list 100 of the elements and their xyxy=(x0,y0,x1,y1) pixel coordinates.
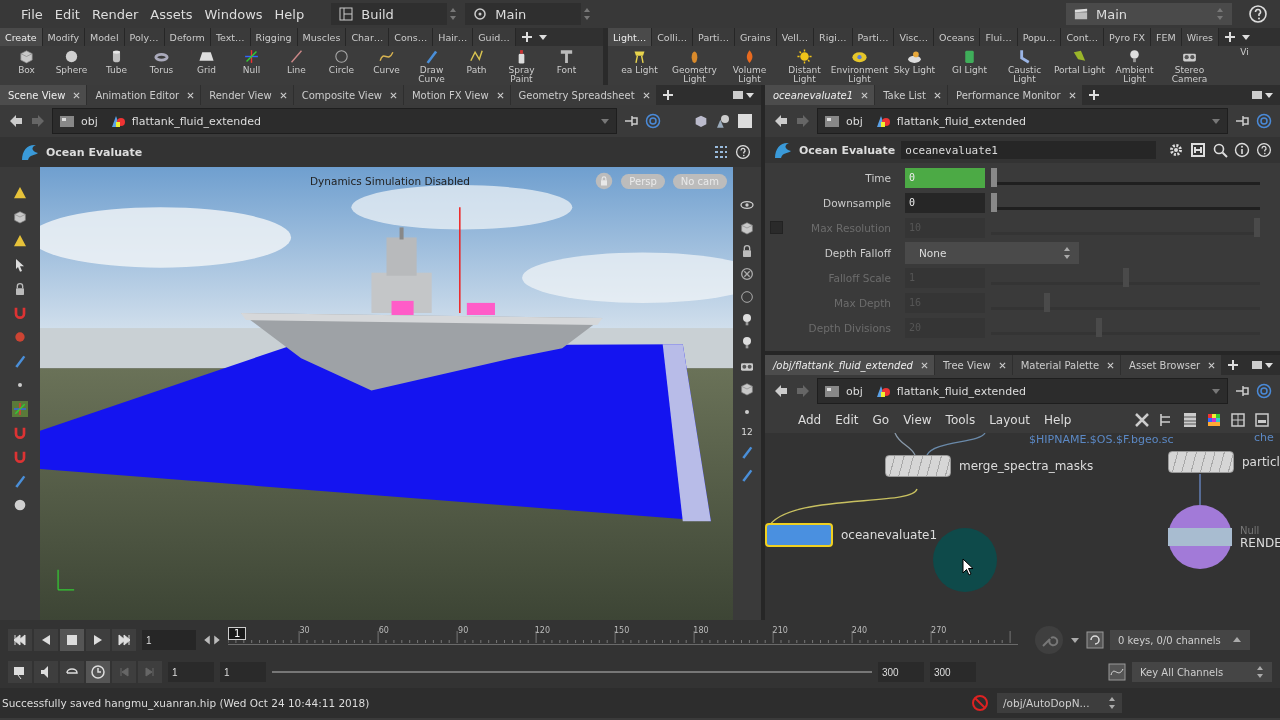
shelf-tool[interactable]: Font xyxy=(544,46,589,85)
shelf-tab[interactable]: Grains xyxy=(735,28,777,46)
back-arrow-icon[interactable] xyxy=(773,113,789,129)
caret-icon[interactable] xyxy=(1264,90,1274,100)
shelf-tab[interactable]: Model xyxy=(85,28,125,46)
pane-tab[interactable]: Render View xyxy=(201,85,293,105)
menu-item[interactable]: Add xyxy=(795,413,825,427)
value-field[interactable]: 0 xyxy=(905,192,985,213)
menu-item[interactable]: Edit xyxy=(832,413,862,427)
shelf-tab[interactable]: Modify xyxy=(42,28,86,46)
pane-tab[interactable]: oceanevaluate1 xyxy=(765,85,875,105)
magnet-icon[interactable] xyxy=(12,305,28,321)
shelf-tool[interactable]: Sky Light xyxy=(887,46,942,85)
shelf-tool[interactable]: Path xyxy=(454,46,499,85)
snap-count[interactable]: 12 xyxy=(741,427,753,437)
gear-icon[interactable] xyxy=(1168,142,1184,158)
play-backward-icon[interactable] xyxy=(34,629,58,651)
key-icon[interactable] xyxy=(1034,625,1064,655)
close-icon[interactable] xyxy=(73,91,81,99)
caret-icon[interactable] xyxy=(1240,32,1251,42)
menu-item[interactable]: Tools xyxy=(942,413,979,427)
menu-item[interactable]: View xyxy=(900,413,935,427)
shelf-tab[interactable]: Parti… xyxy=(852,28,895,46)
pane-tab[interactable]: Scene View xyxy=(0,85,87,105)
back-arrow-icon[interactable] xyxy=(8,113,24,129)
shelf-tab[interactable]: Cons… xyxy=(389,28,434,46)
shelf-tab[interactable]: Parti… xyxy=(693,28,735,46)
shelf-tool[interactable]: ea Light xyxy=(612,46,667,85)
shelf-tab[interactable]: Deform xyxy=(164,28,211,46)
realtime-icon[interactable] xyxy=(86,661,110,683)
close-icon[interactable] xyxy=(1107,361,1115,369)
help-icon[interactable] xyxy=(1256,142,1272,158)
info-icon[interactable] xyxy=(1234,142,1250,158)
shelf-tool[interactable]: Volume Light xyxy=(722,46,777,85)
shelf-tab[interactable]: Muscles xyxy=(297,28,347,46)
range-field[interactable]: 300 xyxy=(930,662,976,682)
path-segment[interactable]: obj xyxy=(846,114,863,128)
slider[interactable] xyxy=(991,170,1260,185)
menu-item[interactable]: Help xyxy=(269,6,310,22)
shelf-tab[interactable]: Guid… xyxy=(473,28,516,46)
shelf-tool[interactable]: Curve xyxy=(364,46,409,85)
sphere-icon[interactable] xyxy=(12,497,28,513)
shelf-tab[interactable]: Vell… xyxy=(776,28,815,46)
plus-icon[interactable] xyxy=(662,90,673,100)
jump-to-start-icon[interactable] xyxy=(8,629,32,651)
help-icon[interactable] xyxy=(1248,4,1268,24)
path-field[interactable]: obj flattank_fluid_extended xyxy=(52,108,617,134)
close-icon[interactable] xyxy=(1068,91,1076,99)
tools-icon[interactable] xyxy=(1134,412,1150,428)
target-icon[interactable] xyxy=(1256,383,1272,399)
pane-tab[interactable]: Composite View xyxy=(293,85,403,105)
shelf-tool[interactable]: Vi xyxy=(1217,46,1272,85)
close-icon[interactable] xyxy=(187,91,195,99)
caret-icon[interactable] xyxy=(1070,635,1080,645)
magnet-icon[interactable] xyxy=(12,425,28,441)
pin-icon[interactable] xyxy=(1234,383,1250,399)
pane-tab[interactable]: Asset Browser xyxy=(1121,355,1222,375)
context-selector[interactable]: Main xyxy=(1066,3,1232,25)
shelf-tab[interactable]: Cont… xyxy=(1061,28,1105,46)
cube-icon[interactable] xyxy=(693,113,709,129)
close-icon[interactable] xyxy=(861,91,869,99)
caret-icon[interactable] xyxy=(1264,360,1274,370)
help-icon[interactable] xyxy=(735,144,751,160)
shelf-tool[interactable]: Portal Light xyxy=(1052,46,1107,85)
menu-item[interactable]: Layout xyxy=(986,413,1033,427)
node[interactable] xyxy=(765,523,833,547)
square-icon[interactable] xyxy=(737,113,753,129)
stop-icon[interactable] xyxy=(60,629,84,651)
close-icon[interactable] xyxy=(496,91,504,99)
shelf-tool[interactable]: Caustic Light xyxy=(997,46,1052,85)
magnet-icon[interactable] xyxy=(12,449,28,465)
shelf-tab[interactable]: Rigging xyxy=(250,28,298,46)
current-frame-marker[interactable]: 1 xyxy=(228,627,247,640)
caret-icon[interactable] xyxy=(745,90,755,100)
node[interactable] xyxy=(885,455,951,477)
slider-handle[interactable] xyxy=(991,167,997,187)
shelf-tab[interactable]: Wires xyxy=(1181,28,1219,46)
pane-tab[interactable]: /obj/flattank_fluid_extended xyxy=(765,355,934,375)
cancel-icon[interactable] xyxy=(739,266,755,282)
speaker-icon[interactable] xyxy=(34,661,58,683)
path-field[interactable]: obj flattank_fluid_extended xyxy=(817,378,1228,404)
scene-selector[interactable]: Main xyxy=(465,3,582,25)
shelf-tool[interactable]: Geometry Light xyxy=(667,46,722,85)
shelf-tab[interactable]: Oceans xyxy=(934,28,981,46)
shelf-tool[interactable]: Null xyxy=(229,46,274,85)
shelf-tool[interactable]: Ambient Light xyxy=(1107,46,1162,85)
path-field[interactable]: obj flattank_fluid_extended xyxy=(817,108,1228,134)
pane-tab[interactable]: Tree View xyxy=(934,355,1012,375)
shelf-tab[interactable]: Poly… xyxy=(124,28,165,46)
display-options-icon[interactable] xyxy=(713,144,729,160)
shelf-tool[interactable]: GI Light xyxy=(942,46,997,85)
shelf-tab[interactable]: Popu… xyxy=(1017,28,1062,46)
curve-editor-icon[interactable] xyxy=(1108,663,1126,681)
node[interactable] xyxy=(1168,451,1234,473)
shelf-tool[interactable]: Stereo Camera xyxy=(1162,46,1217,85)
plus-icon[interactable] xyxy=(1088,90,1099,100)
cube-icon[interactable] xyxy=(739,381,755,397)
cube-icon[interactable] xyxy=(739,220,755,236)
menu-item[interactable]: Windows xyxy=(199,6,268,22)
menu-item[interactable]: File xyxy=(16,6,48,22)
